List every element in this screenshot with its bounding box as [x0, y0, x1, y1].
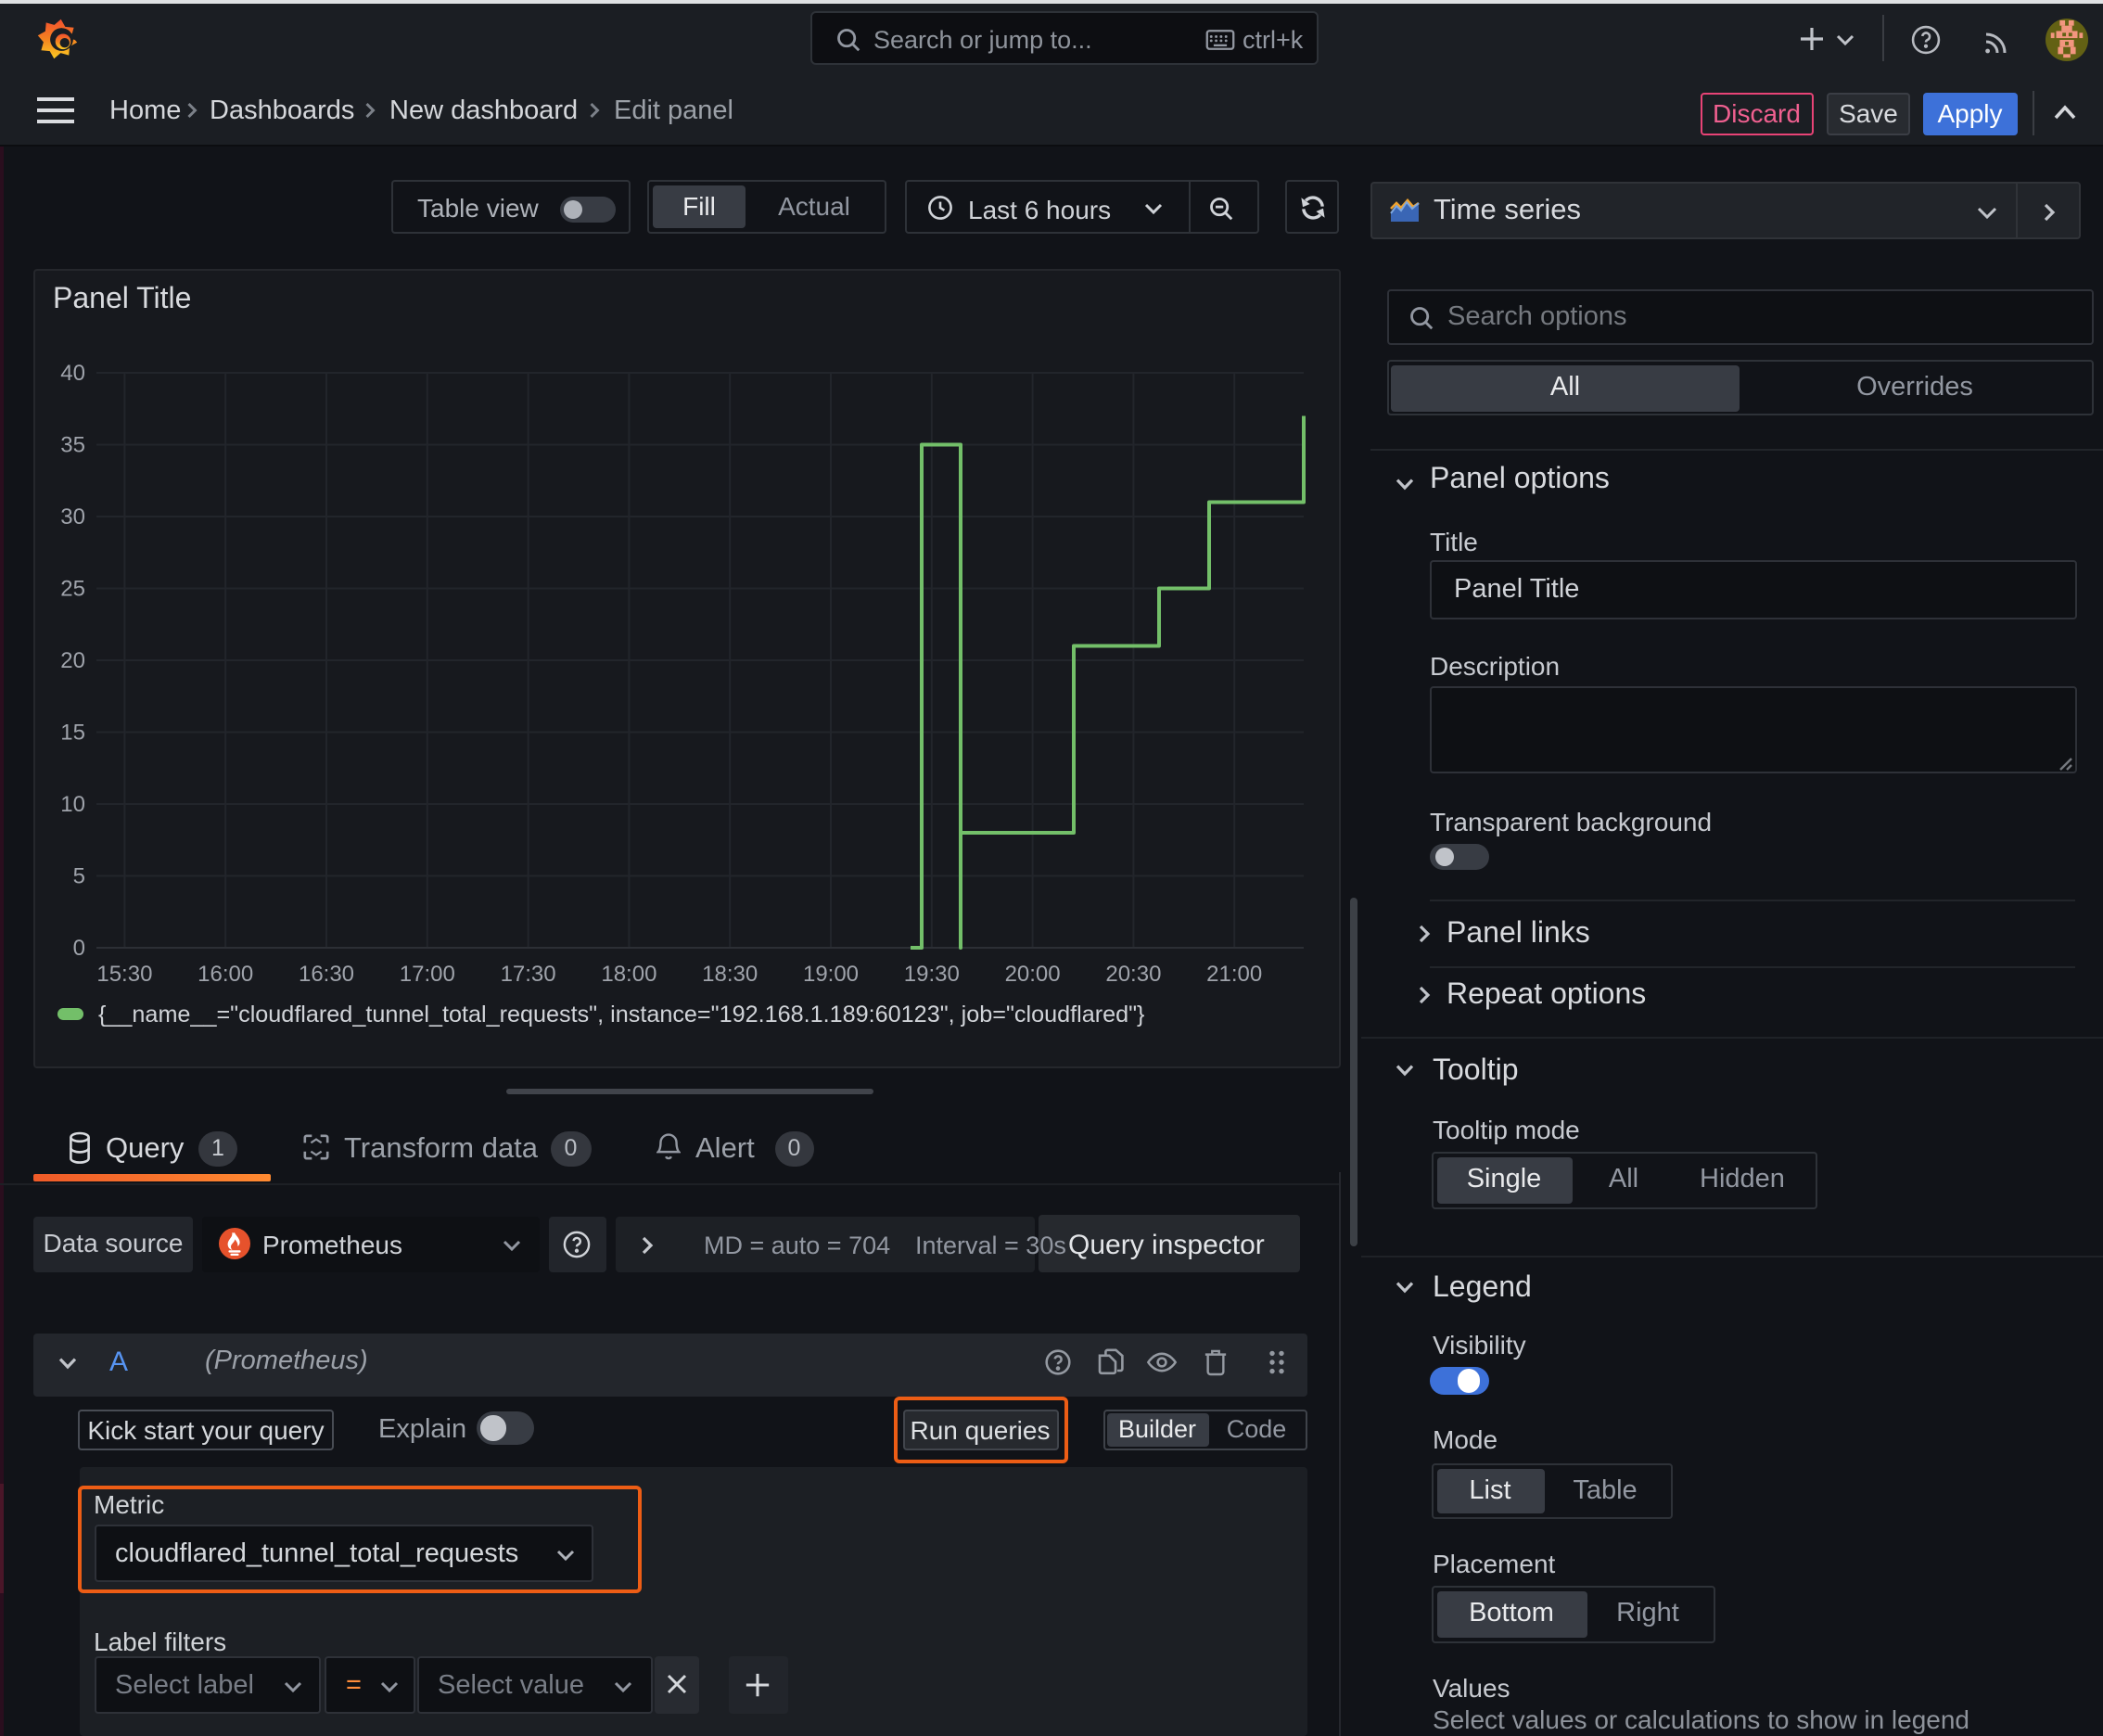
- svg-text:17:00: 17:00: [400, 961, 455, 986]
- svg-text:15: 15: [60, 720, 85, 745]
- svg-text:17:30: 17:30: [501, 961, 556, 986]
- svg-text:15:30: 15:30: [96, 961, 152, 986]
- svg-text:10: 10: [60, 791, 85, 816]
- svg-text:16:30: 16:30: [299, 961, 354, 986]
- svg-text:20:30: 20:30: [1105, 961, 1161, 986]
- svg-text:5: 5: [73, 863, 85, 888]
- svg-text:40: 40: [60, 360, 85, 385]
- svg-text:16:00: 16:00: [198, 961, 253, 986]
- svg-text:19:00: 19:00: [803, 961, 859, 986]
- svg-text:19:30: 19:30: [904, 961, 960, 986]
- svg-text:20:00: 20:00: [1005, 961, 1061, 986]
- svg-text:18:30: 18:30: [702, 961, 758, 986]
- svg-text:{__name__="cloudflared_tunnel_: {__name__="cloudflared_tunnel_total_requ…: [98, 1001, 1144, 1027]
- svg-text:0: 0: [73, 935, 85, 960]
- svg-text:20: 20: [60, 647, 85, 672]
- svg-text:21:00: 21:00: [1206, 961, 1262, 986]
- svg-text:30: 30: [60, 504, 85, 529]
- svg-text:18:00: 18:00: [601, 961, 656, 986]
- svg-text:25: 25: [60, 576, 85, 601]
- svg-text:35: 35: [60, 432, 85, 457]
